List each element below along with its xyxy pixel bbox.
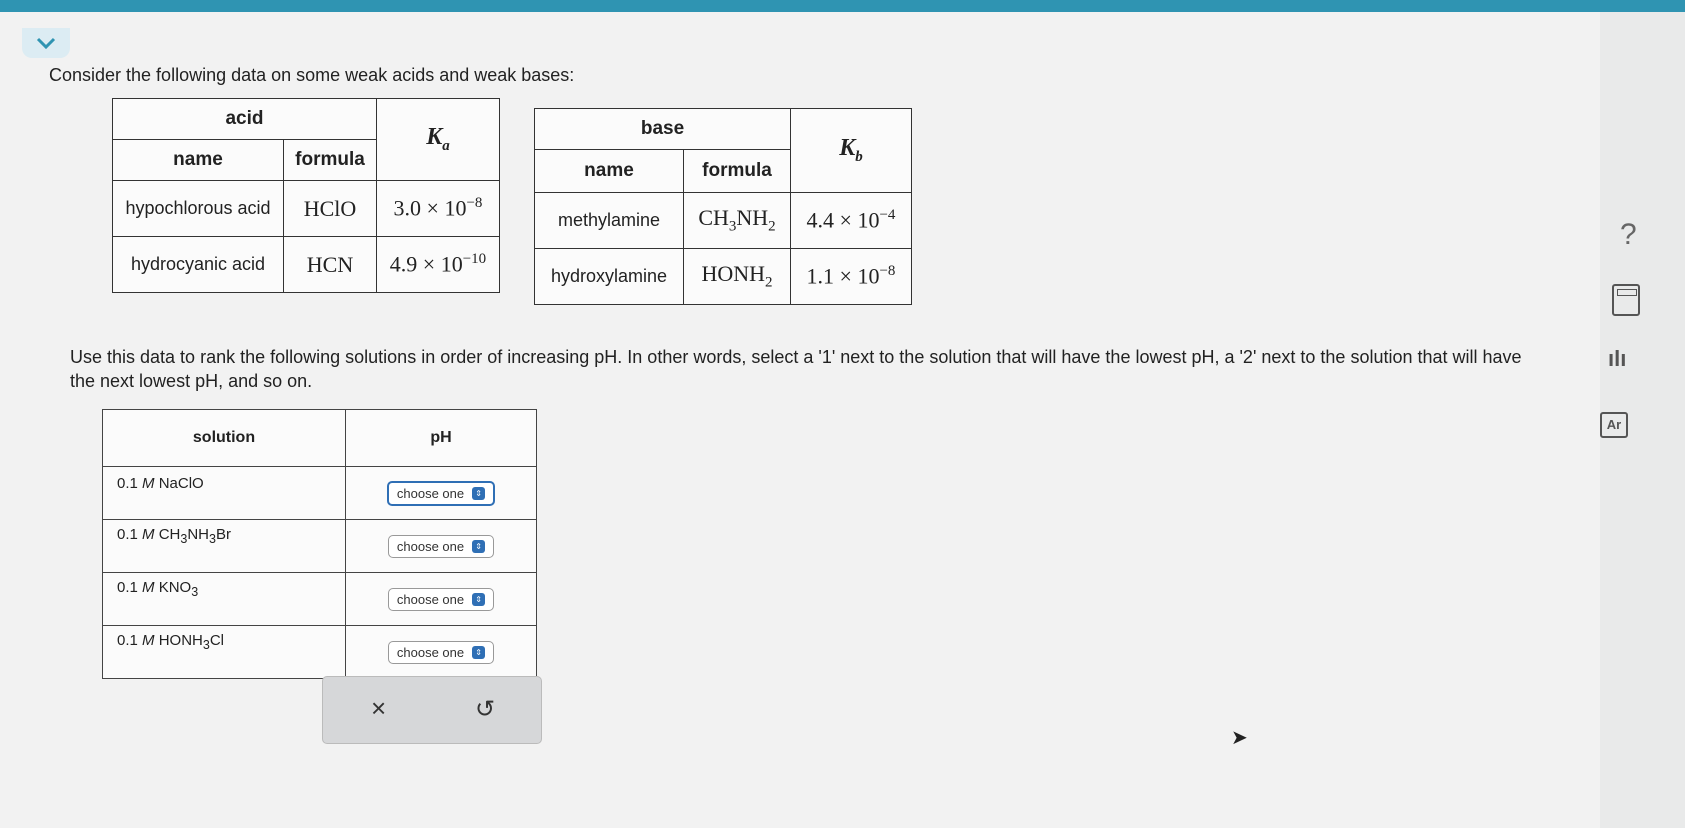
ph-cell: choose one ⇕ — [345, 519, 537, 573]
rank-select[interactable]: choose one ⇕ — [386, 480, 496, 506]
table-row: 0.1 M CH3NH3Br choose one ⇕ — [102, 519, 537, 573]
top-accent-bar — [0, 0, 1685, 12]
mouse-cursor-icon: ➤ — [1231, 727, 1248, 749]
kb-value: 4.4 × 10−4 — [790, 192, 912, 249]
solution-table: solution pH 0.1 M NaClO choose one ⇕ 0.1 … — [102, 409, 537, 679]
acid-name: hydrocyanic acid — [112, 236, 284, 293]
calculator-icon[interactable] — [1612, 284, 1640, 316]
ph-cell: choose one ⇕ — [345, 625, 537, 679]
acid-name-header: name — [112, 139, 284, 181]
ph-header: pH — [345, 409, 537, 467]
base-table: base Kb name formula methylamine CH3NH2 … — [534, 108, 912, 305]
updown-icon: ⇕ — [472, 486, 486, 500]
rank-select[interactable]: choose one ⇕ — [387, 587, 495, 611]
table-row: hydrocyanic acid HCN 4.9 × 10−10 — [112, 236, 500, 293]
question-panel: Consider the following data on some weak… — [0, 12, 1640, 828]
collapse-toggle[interactable] — [22, 28, 70, 58]
ph-cell: choose one ⇕ — [345, 466, 537, 520]
base-name: methylamine — [534, 192, 684, 249]
table-row: hydroxylamine HONH2 1.1 × 10−8 — [534, 248, 912, 305]
ka-value: 3.0 × 10−8 — [376, 180, 500, 237]
base-formula: HONH2 — [683, 248, 791, 305]
acid-name: hypochlorous acid — [112, 180, 284, 237]
table-row: hypochlorous acid HClO 3.0 × 10−8 — [112, 180, 500, 237]
question-prompt: Consider the following data on some weak… — [49, 65, 575, 85]
table-row: 0.1 M NaClO choose one ⇕ — [102, 466, 537, 520]
table-row: 0.1 M KNO3 choose one ⇕ — [102, 572, 537, 626]
ka-value: 4.9 × 10−10 — [376, 236, 500, 293]
ka-header: Ka — [376, 98, 500, 181]
kb-header: Kb — [790, 108, 912, 193]
acid-formula: HClO — [283, 180, 377, 237]
base-name: hydroxylamine — [534, 248, 684, 305]
acid-group-header: acid — [112, 98, 377, 140]
updown-icon: ⇕ — [472, 539, 486, 553]
ph-cell: choose one ⇕ — [345, 572, 537, 626]
kb-value: 1.1 × 10−8 — [790, 248, 912, 305]
updown-icon: ⇕ — [472, 645, 486, 659]
clear-icon[interactable]: × — [371, 693, 386, 724]
periodic-table-icon[interactable]: Ar — [1600, 412, 1628, 438]
table-row: methylamine CH3NH2 4.4 × 10−4 — [534, 192, 912, 249]
base-name-header: name — [534, 149, 684, 193]
solution-label: 0.1 M HONH3Cl — [102, 625, 346, 679]
instructions-text: Use this data to rank the following solu… — [70, 347, 1522, 391]
bar-chart-icon[interactable]: ılı — [1608, 346, 1626, 372]
undo-icon[interactable]: ↺ — [475, 695, 495, 724]
rank-select[interactable]: choose one ⇕ — [387, 640, 495, 664]
base-group-header: base — [534, 108, 791, 150]
chevron-down-icon — [36, 37, 56, 49]
acid-formula: HCN — [283, 236, 377, 293]
acid-formula-header: formula — [283, 139, 377, 181]
base-formula: CH3NH2 — [683, 192, 791, 249]
base-formula-header: formula — [683, 149, 791, 193]
solution-label: 0.1 M KNO3 — [102, 572, 346, 626]
rank-select[interactable]: choose one ⇕ — [387, 534, 495, 558]
table-row: 0.1 M HONH3Cl choose one ⇕ — [102, 625, 537, 679]
updown-icon: ⇕ — [472, 592, 486, 606]
solution-label: 0.1 M NaClO — [102, 466, 346, 520]
solution-header: solution — [102, 409, 346, 467]
acid-table: acid Ka name formula hypochlorous acid H… — [112, 98, 500, 293]
question-icon[interactable]: ? — [1620, 218, 1637, 252]
answer-actions: × ↺ — [322, 676, 542, 744]
solution-label: 0.1 M CH3NH3Br — [102, 519, 346, 573]
